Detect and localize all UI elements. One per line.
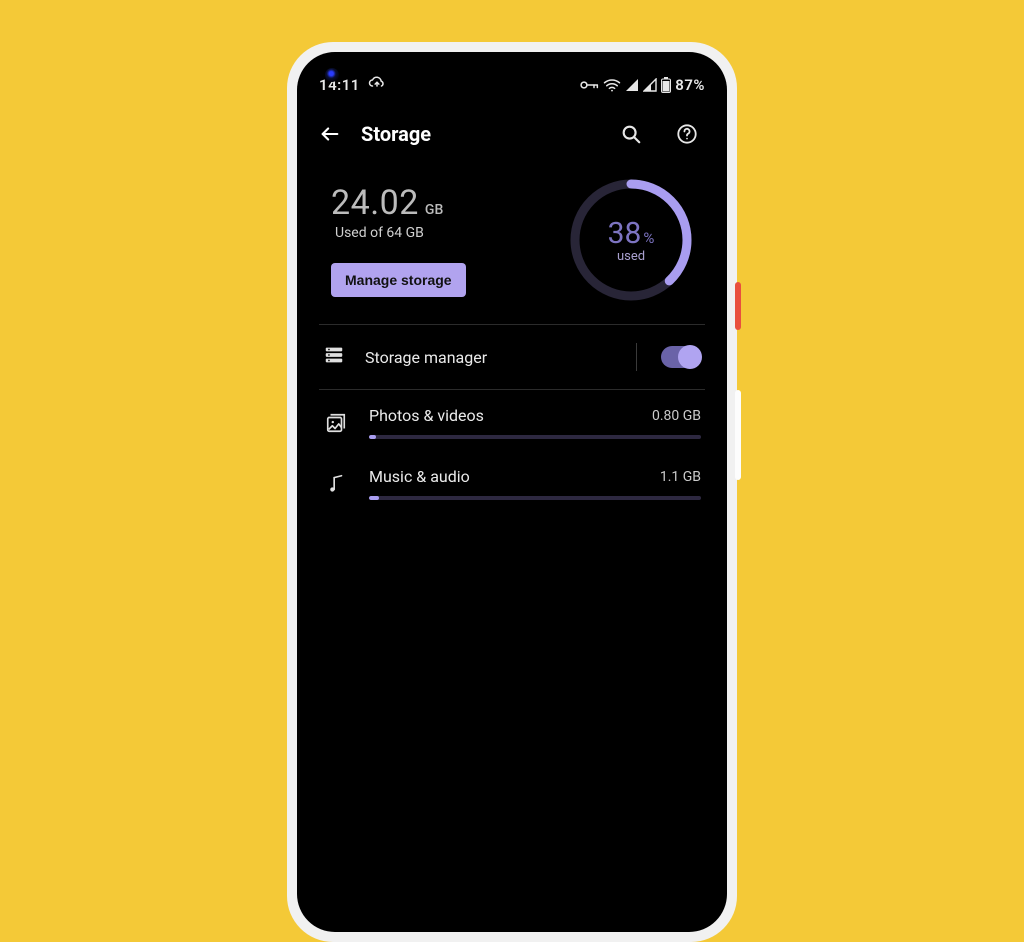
signal-icon-2: [643, 78, 657, 92]
percent-subtitle: used: [617, 249, 645, 264]
search-button[interactable]: [613, 116, 649, 152]
row-progress: [369, 496, 701, 500]
row-label: Photos & videos: [369, 406, 484, 425]
app-bar: Storage: [319, 106, 705, 162]
screen: 14:11: [297, 52, 727, 932]
manage-storage-button[interactable]: Manage storage: [331, 263, 466, 297]
signal-icon-1: [625, 78, 639, 92]
row-progress: [369, 435, 701, 439]
category-row-photos[interactable]: Photos & videos 0.80 GB: [319, 390, 705, 451]
phone-bezel: 14:11: [297, 52, 727, 932]
storage-manager-toggle[interactable]: [661, 346, 701, 368]
row-value: 1.1 GB: [660, 469, 701, 485]
storage-manager-icon: [323, 344, 345, 370]
used-unit: GB: [425, 202, 443, 218]
divider: [636, 343, 637, 371]
side-button-top: [735, 282, 741, 330]
phone-frame: 14:11: [287, 42, 737, 942]
page-title: Storage: [361, 122, 593, 146]
category-row-music[interactable]: Music & audio 1.1 GB: [319, 451, 705, 512]
side-button-bottom: [735, 390, 741, 480]
cloud-backup-icon: [368, 74, 386, 96]
row-label: Music & audio: [369, 467, 470, 486]
back-button[interactable]: [319, 123, 341, 145]
row-value: 0.80 GB: [652, 408, 701, 424]
usage-ring: 38 % used: [567, 176, 695, 304]
storage-manager-row[interactable]: Storage manager: [319, 325, 705, 390]
percent-value: 38: [608, 216, 642, 251]
music-icon: [323, 473, 349, 495]
photos-icon: [323, 412, 349, 434]
percent-symbol: %: [643, 229, 654, 247]
wifi-icon: [603, 78, 621, 92]
status-bar: 14:11: [319, 52, 705, 106]
front-camera: [325, 68, 339, 82]
help-button[interactable]: [669, 116, 705, 152]
vpn-key-icon: [579, 78, 599, 92]
used-amount: 24.02: [331, 183, 419, 223]
storage-summary: 24.02 GB Used of 64 GB Manage storage 38: [319, 162, 705, 325]
status-battery-text: 87%: [675, 76, 705, 94]
battery-icon: [661, 77, 671, 93]
used-subtitle: Used of 64 GB: [335, 225, 466, 241]
storage-manager-label: Storage manager: [365, 348, 616, 367]
